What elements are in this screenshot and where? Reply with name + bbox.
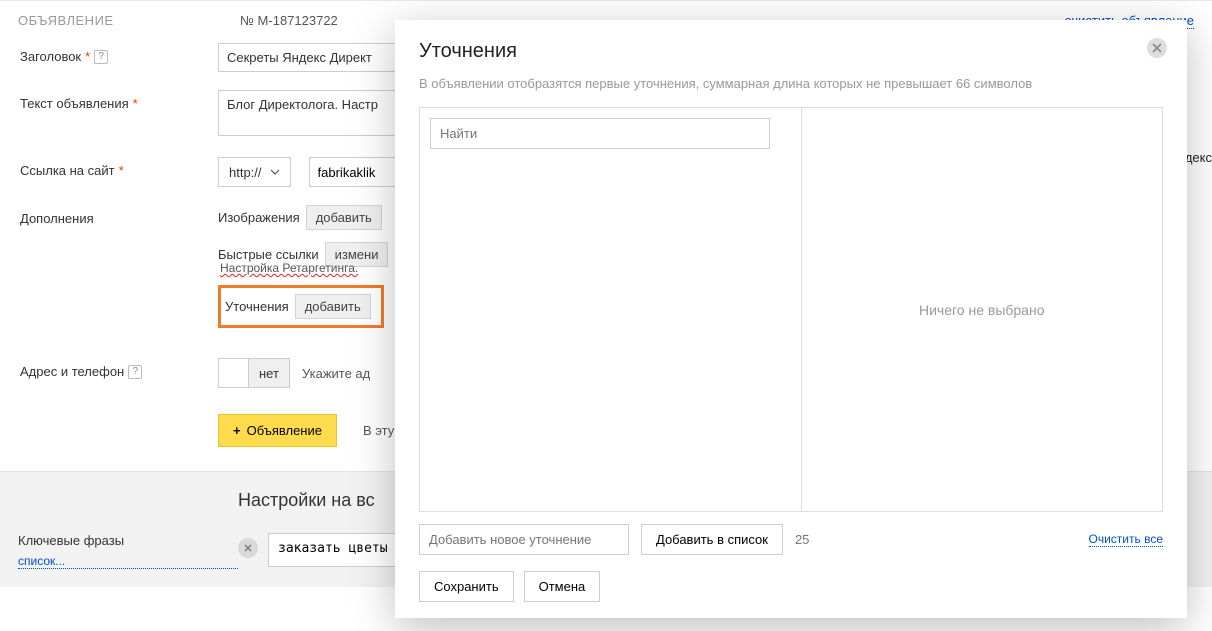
callouts-add-button[interactable]: добавить	[295, 294, 371, 319]
chevron-down-icon	[270, 169, 280, 175]
save-button[interactable]: Сохранить	[419, 571, 514, 602]
nothing-selected-text: Ничего не выбрано	[919, 302, 1045, 318]
quicklinks-label: Быстрые ссылки	[218, 247, 319, 262]
cancel-button[interactable]: Отмена	[524, 571, 601, 602]
required-marker: *	[85, 49, 90, 64]
address-toggle[interactable]: нет	[218, 358, 290, 388]
section-label: ОБЪЯВЛЕНИЕ	[18, 13, 218, 28]
add-ad-label: Объявление	[247, 423, 322, 438]
modal-description: В объявлении отобразятся первые уточнени…	[419, 75, 1163, 93]
toggle-empty	[219, 359, 249, 387]
modal-close-button[interactable]	[1147, 38, 1167, 58]
modal-search-input[interactable]	[430, 118, 770, 149]
title-label: Заголовок	[20, 49, 81, 64]
address-label: Адрес и телефон	[20, 364, 124, 379]
clear-all-link[interactable]: Очистить все	[1089, 532, 1163, 547]
keywords-label: Ключевые фразы	[18, 533, 238, 548]
remove-icon[interactable]	[238, 538, 258, 558]
help-icon[interactable]: ?	[94, 50, 108, 64]
help-icon[interactable]: ?	[128, 365, 142, 379]
required-marker: *	[119, 163, 124, 178]
ad-number: № М-187123722	[240, 13, 338, 28]
images-label: Изображения	[218, 210, 300, 225]
site-link-label: Ссылка на сайт	[20, 163, 115, 178]
ad-text-label: Текст объявления	[20, 96, 129, 111]
char-counter: 25	[795, 532, 809, 547]
images-add-button[interactable]: добавить	[306, 205, 382, 230]
toggle-no-label: нет	[249, 359, 289, 387]
address-hint: Укажите ад	[302, 366, 370, 381]
protocol-select[interactable]: http://	[218, 157, 291, 187]
callouts-highlight: Уточнения добавить	[218, 285, 384, 328]
keywords-list-link[interactable]: список...	[18, 554, 238, 569]
protocol-value: http://	[229, 165, 262, 180]
callouts-modal: Уточнения В объявлении отобразятся первы…	[395, 20, 1187, 618]
callouts-label: Уточнения	[225, 299, 289, 314]
plus-icon: +	[233, 423, 241, 438]
add-callout-input[interactable]	[419, 524, 629, 555]
modal-title: Уточнения	[419, 40, 1163, 63]
add-to-list-button[interactable]: Добавить в список	[641, 524, 783, 555]
add-ad-button[interactable]: + Объявление	[218, 414, 337, 447]
additions-label: Дополнения	[20, 211, 94, 226]
required-marker: *	[133, 96, 138, 111]
add-ad-hint: В эту	[363, 423, 394, 438]
